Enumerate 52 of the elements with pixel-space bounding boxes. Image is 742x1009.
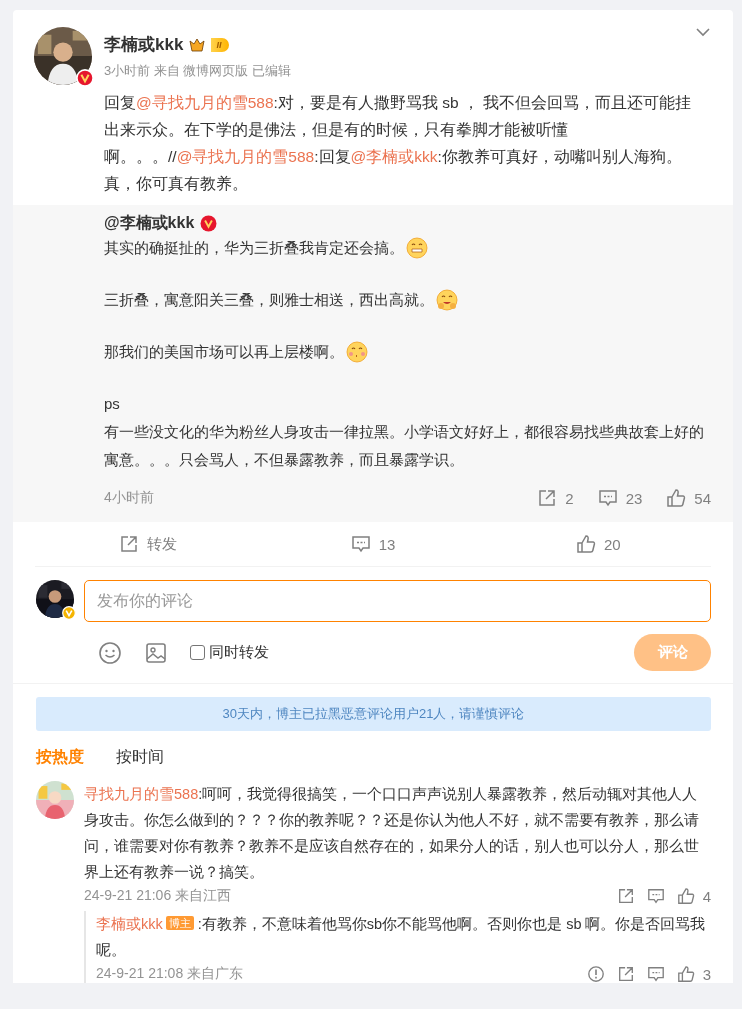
comment-input[interactable]: 发布你的评论 — [84, 580, 711, 622]
emoji-icon — [406, 237, 428, 259]
replier-name[interactable]: 李楠或kkk — [96, 916, 163, 932]
repost-text: 那我们的美国市场可以再上层楼啊。 — [104, 342, 344, 362]
like-button[interactable]: 3 — [676, 965, 711, 983]
report-icon — [586, 965, 605, 983]
comment-icon — [350, 534, 371, 554]
author-name[interactable]: 李楠或kkk — [104, 33, 184, 56]
repost-text: 其实的确挺扯的，华为三折叠我肯定还会搞。 — [104, 238, 404, 258]
like-button[interactable]: 4 — [676, 887, 711, 905]
crown-icon — [189, 36, 206, 53]
like-button[interactable]: 20 — [575, 534, 621, 554]
emoji-icon — [346, 341, 368, 363]
share-button[interactable]: 2 — [537, 488, 574, 508]
share-icon — [118, 534, 139, 554]
level-badge: II — [211, 37, 230, 52]
post-meta: 3小时前 来自 微博网页版 已编辑 — [104, 62, 292, 80]
thumbs-up-icon — [575, 534, 596, 554]
thumbs-up-icon — [676, 965, 695, 983]
mention-link[interactable]: @李楠或kkk — [350, 148, 438, 165]
reply-text: 李楠或kkk 博主 :有教养，不意味着他骂你sb你不能骂他啊。否则你也是 sb 啊。你是否回骂我呢。 — [96, 915, 707, 960]
sort-tab[interactable]: 按热度 — [36, 747, 84, 768]
repost-checkbox[interactable]: 同时转发 — [190, 643, 269, 662]
share-button[interactable]: 转发 — [118, 534, 177, 554]
emoji-icon[interactable] — [98, 640, 122, 665]
emoji-icon — [436, 289, 458, 311]
reply-time: 24-9-21 21:08 来自广东 — [96, 965, 244, 983]
like-button[interactable]: 54 — [666, 488, 711, 508]
sort-tab[interactable]: 按时间 — [116, 747, 164, 768]
comment-time: 24-9-21 21:06 来自江西 — [84, 887, 232, 905]
blocked-notice: 30天内，博主已拉黑恶意评论用户21人，请谨慎评论 — [36, 697, 711, 731]
comment-button[interactable]: 13 — [350, 534, 396, 554]
commenter-name[interactable]: 寻找九月的雪588 — [84, 786, 199, 802]
post-text: 回复@寻找九月的雪588:对，要是有人撒野骂我 sb ， 我不但会回骂，而且还可能挂出来示众。在下学的是佛法，但是有的时候，只有拳脚才能被听懂啊。。。//@寻找九月的雪588:回复@李楠或kkk:你教养可真好，动嘴叫别人海狗。真，你可真有教养。 — [103, 93, 693, 194]
verified-icon — [62, 606, 76, 620]
repost-text: 三折叠，寓意阳关三叠，则雅士相送，西出高就。 — [104, 290, 434, 310]
host-badge: 博主 — [165, 916, 194, 930]
mention-link[interactable]: @寻找九月的雪588 — [136, 94, 274, 111]
comment-icon — [597, 488, 618, 508]
repost-author[interactable]: @李楠或kkk — [104, 213, 195, 234]
image-icon[interactable] — [144, 640, 168, 665]
comment-icon — [646, 887, 665, 905]
share-icon — [537, 488, 558, 508]
repost-time: 4小时前 — [104, 489, 154, 507]
share-icon — [616, 887, 635, 905]
repost-text: ps 有一些没文化的华为粉丝人身攻击一律拉黑。小学语文好好上，都很容易找些典故套上好的寓意。。。只会骂人，不但暴露教养，而且暴露学识。 — [104, 394, 705, 470]
comment-text: 寻找九月的雪588:呵呵，我觉得很搞笑，一个口口声声说别人暴露教养，然后动辄对其他人人身攻击。你怎么做到的？？？你的教养呢？？还是你认为他人不好，就不需要有教养，那么请问，谁需要对你有教养？教养不是应该自然存在的，如果分人的话，别人也可以分人，那么世界上还有教养一说？搞笑。 — [84, 785, 700, 882]
share-icon — [616, 965, 635, 983]
comment-button[interactable]: 23 — [597, 488, 643, 508]
thumbs-up-icon — [676, 887, 695, 905]
comment-icon — [646, 965, 665, 983]
thumbs-up-icon — [666, 488, 687, 508]
